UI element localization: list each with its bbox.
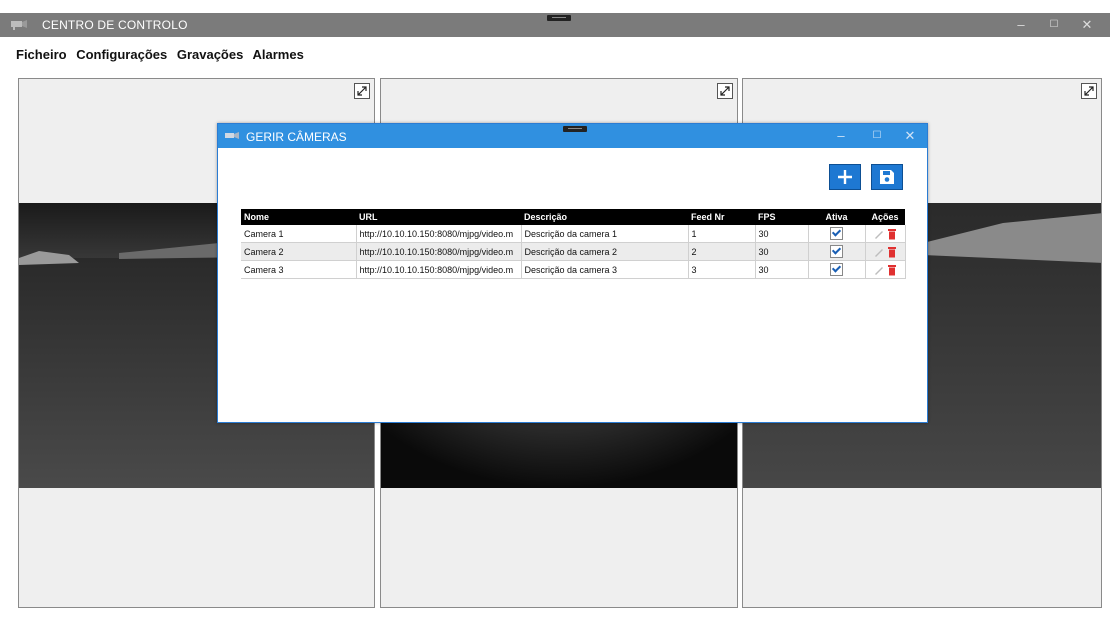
- save-button[interactable]: [871, 164, 903, 190]
- dialog-maximize-button[interactable]: ☐: [869, 128, 885, 144]
- edit-icon[interactable]: [873, 264, 885, 276]
- active-checkbox[interactable]: [830, 263, 843, 276]
- camera-url-cell[interactable]: http://10.10.10.150:8080/mjpg/video.m: [356, 242, 522, 261]
- menu-item-configuracoes[interactable]: Configurações: [76, 47, 167, 62]
- camera-description-cell[interactable]: Descrição da camera 2: [521, 242, 689, 261]
- close-button[interactable]: ✕: [1079, 17, 1095, 33]
- column-header-fps[interactable]: FPS: [755, 209, 808, 225]
- dialog-title-bar[interactable]: GERIR CÂMERAS – ☐ ✕: [218, 124, 927, 148]
- edit-icon[interactable]: [873, 228, 885, 240]
- table-header-row: Nome URL Descrição Feed Nr FPS Ativa Açõ…: [241, 209, 905, 225]
- feed-nr-cell[interactable]: 3: [688, 260, 756, 279]
- expand-icon: [1084, 86, 1094, 96]
- column-header-descricao[interactable]: Descrição: [521, 209, 688, 225]
- delete-icon[interactable]: [887, 228, 897, 240]
- menu-bar: Ficheiro Configurações Gravações Alarmes: [16, 47, 310, 65]
- menu-item-gravacoes[interactable]: Gravações: [177, 47, 244, 62]
- active-checkbox[interactable]: [830, 227, 843, 240]
- fps-cell[interactable]: 30: [755, 260, 809, 279]
- manage-cameras-dialog: GERIR CÂMERAS – ☐ ✕ Nome URL Descrição F…: [217, 123, 928, 423]
- dialog-title: GERIR CÂMERAS: [246, 130, 347, 144]
- column-header-ativa[interactable]: Ativa: [808, 209, 865, 225]
- floppy-disk-icon: [880, 170, 894, 184]
- camera-url-cell[interactable]: http://10.10.10.150:8080/mjpg/video.m: [356, 225, 522, 243]
- camera-name-cell[interactable]: Camera 2: [241, 242, 357, 261]
- expand-button-2[interactable]: [717, 83, 733, 99]
- menu-item-alarmes[interactable]: Alarmes: [252, 47, 303, 62]
- expand-button-3[interactable]: [1081, 83, 1097, 99]
- column-header-feed-nr[interactable]: Feed Nr: [688, 209, 755, 225]
- menu-item-ficheiro[interactable]: Ficheiro: [16, 47, 67, 62]
- table-row[interactable]: Camera 3 http://10.10.10.150:8080/mjpg/v…: [241, 260, 906, 279]
- camera-name-cell[interactable]: Camera 3: [241, 260, 357, 279]
- fps-cell[interactable]: 30: [755, 225, 809, 243]
- plus-icon: [838, 170, 852, 184]
- edit-icon[interactable]: [873, 246, 885, 258]
- expand-icon: [357, 86, 367, 96]
- camera-name-cell[interactable]: Camera 1: [241, 225, 357, 243]
- delete-icon[interactable]: [887, 264, 897, 276]
- table-row[interactable]: Camera 1 http://10.10.10.150:8080/mjpg/v…: [241, 225, 906, 243]
- security-camera-icon: [225, 132, 239, 139]
- camera-description-cell[interactable]: Descrição da camera 3: [521, 260, 689, 279]
- column-header-acoes: Ações: [865, 209, 905, 225]
- expand-icon: [720, 86, 730, 96]
- table-row[interactable]: Camera 2 http://10.10.10.150:8080/mjpg/v…: [241, 242, 906, 261]
- security-camera-icon: [11, 20, 27, 30]
- feed-nr-cell[interactable]: 1: [688, 225, 756, 243]
- dialog-minimize-button[interactable]: –: [833, 128, 849, 144]
- add-camera-button[interactable]: [829, 164, 861, 190]
- column-header-url[interactable]: URL: [356, 209, 521, 225]
- camera-description-cell[interactable]: Descrição da camera 1: [521, 225, 689, 243]
- feed-nr-cell[interactable]: 2: [688, 242, 756, 261]
- fps-cell[interactable]: 30: [755, 242, 809, 261]
- maximize-button[interactable]: ☐: [1046, 17, 1062, 33]
- column-header-nome[interactable]: Nome: [241, 209, 356, 225]
- minimize-button[interactable]: –: [1013, 17, 1029, 33]
- expand-button-1[interactable]: [354, 83, 370, 99]
- window-title: CENTRO DE CONTROLO: [42, 18, 188, 32]
- dialog-close-button[interactable]: ✕: [902, 128, 918, 144]
- active-checkbox[interactable]: [830, 245, 843, 258]
- drag-handle[interactable]: [547, 15, 571, 21]
- cameras-table: Nome URL Descrição Feed Nr FPS Ativa Açõ…: [241, 209, 906, 279]
- dialog-drag-handle[interactable]: [563, 126, 587, 132]
- delete-icon[interactable]: [887, 246, 897, 258]
- main-title-bar[interactable]: CENTRO DE CONTROLO – ☐ ✕: [0, 13, 1110, 37]
- camera-url-cell[interactable]: http://10.10.10.150:8080/mjpg/video.m: [356, 260, 522, 279]
